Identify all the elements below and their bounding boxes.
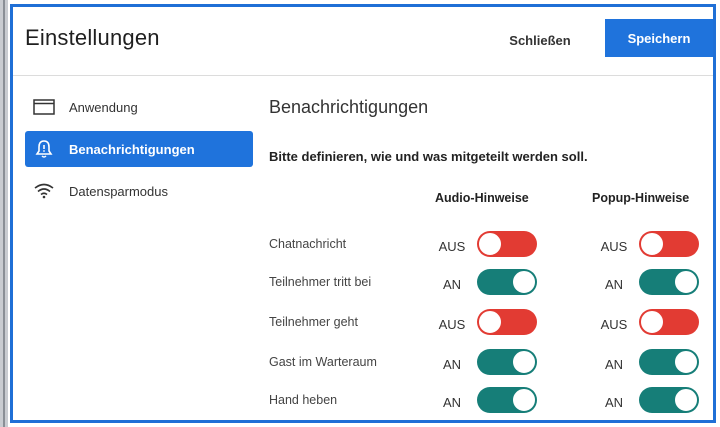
audio-toggle[interactable] [477, 387, 537, 413]
popup-toggle[interactable] [639, 309, 699, 335]
popup-state-text: AUS [600, 317, 628, 332]
toggle-knob [479, 233, 501, 255]
notification-row: Teilnehmer geht AUS AUS [269, 309, 709, 341]
popup-state-text: AUS [600, 239, 628, 254]
toggle-knob [513, 389, 535, 411]
toggle-knob [513, 271, 535, 293]
sidebar-item-anwendung[interactable]: Anwendung [25, 89, 253, 125]
sidebar-item-benachrichtigungen[interactable]: Benachrichtigungen [25, 131, 253, 167]
toggle-knob [675, 351, 697, 373]
dialog-header: Einstellungen Schließen Speichern [13, 7, 713, 76]
toggle-knob [641, 311, 663, 333]
audio-state-text: AN [442, 395, 462, 410]
sidebar-item-label: Anwendung [69, 99, 138, 115]
toggle-knob [513, 351, 535, 373]
popup-toggle[interactable] [639, 387, 699, 413]
wifi-icon [31, 181, 57, 201]
settings-sidebar: Anwendung Benachrichtigungen Datensparmo… [13, 89, 258, 215]
popup-toggle[interactable] [639, 231, 699, 257]
audio-toggle[interactable] [477, 309, 537, 335]
audio-state-text: AUS [438, 317, 466, 332]
instruction-text: Bitte definieren, wie und was mitgeteilt… [269, 149, 588, 164]
toggle-knob [479, 311, 501, 333]
audio-toggle[interactable] [477, 231, 537, 257]
left-edge-strip [0, 0, 8, 427]
notification-row: Chatnachricht AUS AUS [269, 231, 709, 263]
column-header-popup: Popup-Hinweise [592, 191, 690, 205]
toggle-knob [675, 271, 697, 293]
audio-toggle[interactable] [477, 349, 537, 375]
notification-row: Teilnehmer tritt bei AN AN [269, 269, 709, 301]
notification-label: Teilnehmer tritt bei [269, 275, 372, 289]
popup-toggle[interactable] [639, 349, 699, 375]
sidebar-item-label: Datensparmodus [69, 183, 168, 199]
sidebar-item-label: Benachrichtigungen [69, 141, 195, 157]
popup-state-text: AN [604, 395, 624, 410]
toggle-knob [641, 233, 663, 255]
notification-label: Teilnehmer geht [269, 315, 358, 329]
audio-toggle[interactable] [477, 269, 537, 295]
sidebar-item-datensparmodus[interactable]: Datensparmodus [25, 173, 253, 209]
audio-state-text: AN [442, 357, 462, 372]
audio-state-text: AN [442, 277, 462, 292]
column-header-audio: Audio-Hinweise [435, 191, 529, 205]
dialog-title: Einstellungen [25, 25, 160, 50]
close-button[interactable]: Schließen [485, 25, 595, 55]
window-icon [31, 97, 57, 117]
audio-state-text: AUS [438, 239, 466, 254]
toggle-knob [675, 389, 697, 411]
notification-label: Gast im Warteraum [269, 355, 377, 369]
notification-label: Chatnachricht [269, 237, 347, 251]
section-title: Benachrichtigungen [269, 97, 429, 117]
notification-row: Gast im Warteraum AN AN [269, 349, 709, 381]
notification-row: Hand heben AN AN [269, 387, 709, 419]
save-button[interactable]: Speichern [605, 19, 713, 57]
popup-state-text: AN [604, 357, 624, 372]
bell-icon [31, 139, 57, 159]
popup-toggle[interactable] [639, 269, 699, 295]
settings-dialog: Einstellungen Schließen Speichern Anwend… [10, 4, 716, 423]
popup-state-text: AN [604, 277, 624, 292]
notification-label: Hand heben [269, 393, 338, 407]
